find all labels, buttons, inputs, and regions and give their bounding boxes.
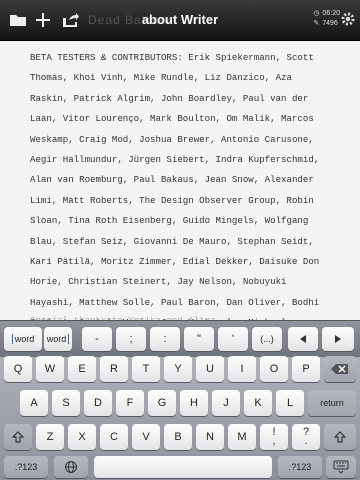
top-toolbar: Dead Balconi about Writer ◷ 06:20 ✎ 7496 (0, 0, 360, 41)
key-question-period[interactable]: ? . (292, 424, 320, 450)
key-f[interactable]: F (116, 390, 144, 416)
shift-icon (334, 431, 346, 443)
word-left-key[interactable]: word (4, 327, 42, 351)
document-stats: ◷ 06:20 ✎ 7496 (313, 9, 340, 29)
character-count-icon: ✎ (313, 20, 320, 27)
arrow-right-icon (335, 335, 341, 343)
key-exclamation-comma[interactable]: ! , (260, 424, 288, 450)
shift-left-key[interactable] (4, 424, 32, 450)
cursor-marker-left (11, 334, 13, 344)
key-g[interactable]: G (148, 390, 176, 416)
cursor-left-key[interactable] (288, 327, 318, 351)
globe-key[interactable] (54, 456, 88, 478)
globe-icon (65, 461, 77, 473)
key-z[interactable]: Z (36, 424, 64, 450)
dash-key[interactable]: - (82, 327, 112, 351)
character-count: 7496 (322, 20, 338, 27)
key-j[interactable]: J (212, 390, 240, 416)
gear-icon[interactable] (340, 11, 356, 27)
key-m[interactable]: M (228, 424, 256, 450)
key-s[interactable]: S (52, 390, 80, 416)
key-a[interactable]: A (20, 390, 48, 416)
key-h[interactable]: H (180, 390, 208, 416)
key-k[interactable]: K (244, 390, 272, 416)
keyboard-hide-icon (333, 460, 349, 474)
key-o[interactable]: O (260, 356, 288, 382)
key-c[interactable]: C (100, 424, 128, 450)
time-readout: 06:20 (322, 10, 340, 17)
double-quote-key[interactable]: " (184, 327, 214, 351)
key-e[interactable]: E (68, 356, 96, 382)
key-v[interactable]: V (132, 424, 160, 450)
key-n[interactable]: N (196, 424, 224, 450)
key-period-label: . (304, 435, 308, 447)
word-right-key[interactable]: word (44, 327, 72, 351)
numbers-key-right[interactable]: .?123 (278, 456, 322, 478)
key-w[interactable]: W (36, 356, 64, 382)
key-d[interactable]: D (84, 390, 112, 416)
single-quote-key[interactable]: ' (218, 327, 248, 351)
numbers-key-left[interactable]: .?123 (4, 456, 48, 478)
key-i[interactable]: I (228, 356, 256, 382)
backspace-icon (331, 364, 348, 374)
semicolon-key[interactable]: ; (116, 327, 146, 351)
return-key[interactable]: return (308, 390, 356, 416)
key-t[interactable]: T (132, 356, 160, 382)
space-bar[interactable] (94, 456, 272, 478)
clock-icon: ◷ (313, 10, 320, 17)
key-x[interactable]: X (68, 424, 96, 450)
key-u[interactable]: U (196, 356, 224, 382)
backspace-key[interactable] (324, 356, 356, 382)
word-left-label: word (14, 334, 35, 344)
keyboard-extension-row: word word - ; : " ' (...) (0, 320, 360, 357)
key-q[interactable]: Q (4, 356, 32, 382)
shift-icon (12, 431, 24, 443)
colon-key[interactable]: : (150, 327, 180, 351)
on-screen-keyboard: word word - ; : " ' (...) Q W E R T Y U … (0, 320, 360, 480)
key-b[interactable]: B (164, 424, 192, 450)
key-comma-label: , (272, 435, 276, 447)
shift-right-key[interactable] (324, 424, 356, 450)
cursor-marker-right (68, 334, 70, 344)
key-p[interactable]: P (292, 356, 320, 382)
key-r[interactable]: R (100, 356, 128, 382)
arrow-left-icon (300, 335, 306, 343)
key-l[interactable]: L (276, 390, 304, 416)
cursor-right-key[interactable] (322, 327, 354, 351)
key-y[interactable]: Y (164, 356, 192, 382)
parentheses-key[interactable]: (...) (252, 327, 282, 351)
word-right-label: word (46, 334, 67, 344)
hide-keyboard-key[interactable] (326, 456, 356, 478)
page-title: about Writer (141, 12, 219, 27)
